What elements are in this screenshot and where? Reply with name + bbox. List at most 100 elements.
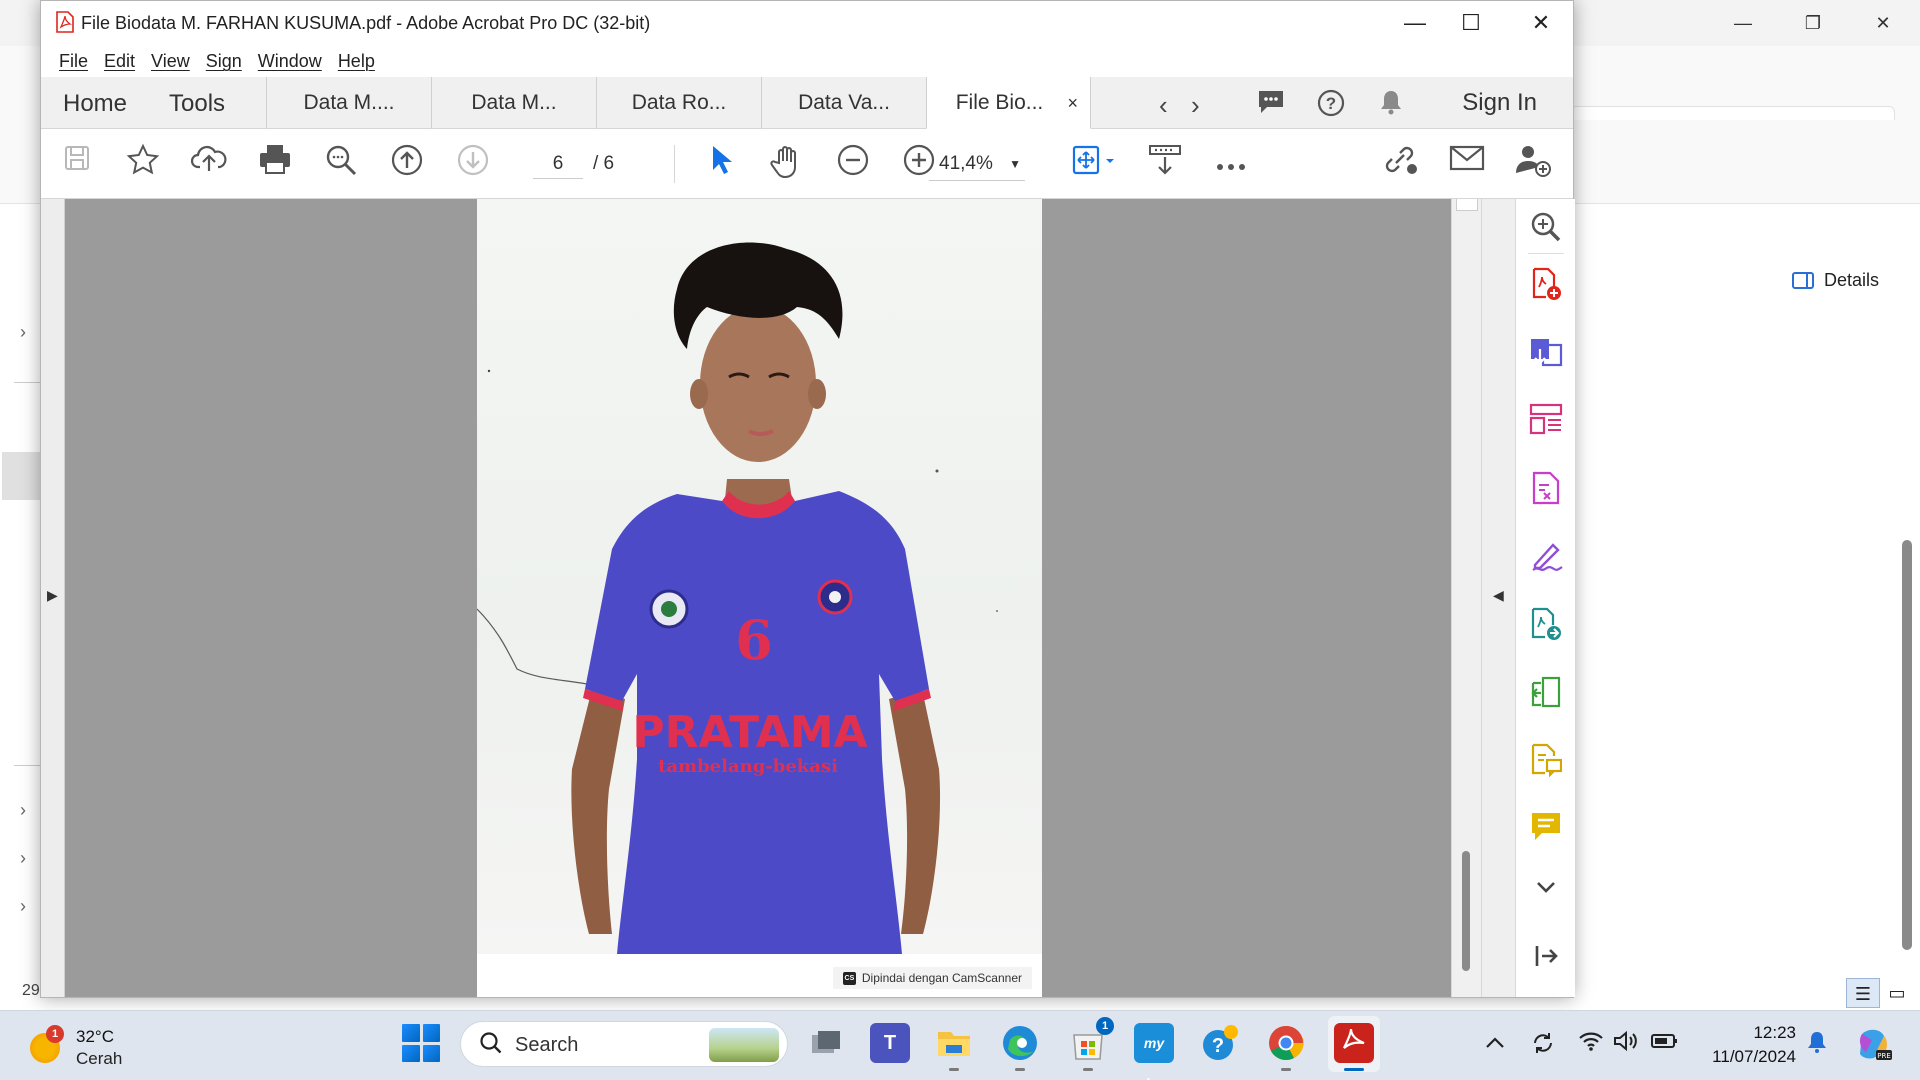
select-cursor-icon[interactable] [701, 143, 741, 183]
doc-tab-active[interactable]: File Bio... × [926, 77, 1091, 129]
running-indicator [1281, 1068, 1291, 1071]
doc-tab-label: Data M... [471, 91, 557, 114]
search-placeholder: Search [515, 1034, 579, 1056]
bell-icon[interactable] [1375, 88, 1407, 120]
edit-pdf-icon[interactable] [1529, 471, 1563, 505]
home-tab[interactable]: Home [63, 90, 127, 118]
zoom-out-icon[interactable] [833, 143, 873, 183]
cloud-upload-icon[interactable] [189, 143, 229, 183]
doc-tab[interactable]: Data Ro... [596, 77, 761, 129]
windows-logo-tile [422, 1024, 440, 1042]
zoom-search-icon[interactable] [321, 143, 361, 183]
create-pdf-icon[interactable] [1529, 267, 1563, 301]
menu-sign[interactable]: Sign [198, 45, 250, 77]
edge-icon[interactable] [1000, 1023, 1040, 1071]
previous-page-icon[interactable] [387, 143, 427, 183]
details-button[interactable]: Details [1792, 270, 1879, 291]
system-clock[interactable]: 12:23 11/07/2024 [1700, 1021, 1796, 1069]
doc-tab[interactable]: Data Va... [761, 77, 926, 129]
help-icon[interactable]: ? [1315, 88, 1347, 120]
enhance-scan-icon[interactable] [1529, 211, 1563, 245]
scroll-mode-icon[interactable] [1145, 143, 1185, 183]
left-panel-toggle[interactable]: ▶ [41, 199, 65, 997]
more-options-icon[interactable] [1211, 143, 1251, 183]
menu-help[interactable]: Help [330, 45, 383, 77]
nav-expand-chevron-icon[interactable]: › [20, 322, 26, 343]
acrobat-taskbar-icon[interactable] [1334, 1023, 1374, 1071]
nav-expand-chevron-icon[interactable]: › [20, 800, 26, 821]
explorer-close-button[interactable]: ✕ [1860, 8, 1906, 38]
add-user-icon[interactable] [1513, 143, 1553, 183]
taskbar-search[interactable]: Search [460, 1021, 788, 1067]
next-page-icon[interactable] [453, 143, 493, 183]
details-view-icon[interactable]: ☰ [1846, 978, 1880, 1008]
show-hidden-icons-chevron-icon[interactable] [1484, 1030, 1506, 1056]
explorer-restore-button[interactable]: ❐ [1790, 8, 1836, 38]
menu-view[interactable]: View [143, 45, 198, 77]
volume-icon[interactable] [1612, 1030, 1638, 1058]
menu-edit[interactable]: Edit [96, 45, 143, 77]
comment-tool-icon[interactable] [1529, 811, 1563, 845]
start-button[interactable] [402, 1024, 440, 1062]
weather-widget[interactable]: 1 32°C Cerah [30, 1021, 170, 1071]
file-explorer-icon[interactable] [934, 1023, 974, 1071]
notification-bell-icon[interactable] [1806, 1030, 1828, 1060]
organize-pages-icon[interactable] [1529, 403, 1563, 437]
nav-selected-item[interactable] [2, 452, 42, 500]
details-pane-icon [1792, 272, 1814, 289]
share-link-icon[interactable] [1381, 143, 1421, 183]
menu-file[interactable]: File [51, 45, 96, 77]
tiles-view-icon[interactable]: ▭ [1880, 978, 1914, 1008]
battery-icon[interactable] [1650, 1030, 1678, 1056]
get-help-icon[interactable]: ? [1200, 1023, 1240, 1063]
compare-files-icon[interactable] [1529, 675, 1563, 709]
nav-expand-chevron-icon[interactable]: › [20, 848, 26, 869]
sync-icon[interactable] [1530, 1030, 1556, 1062]
explorer-minimize-button[interactable]: — [1720, 8, 1766, 38]
fill-sign-icon[interactable] [1529, 539, 1563, 573]
right-panel-collapse[interactable]: ◀ [1481, 199, 1515, 997]
tab-close-icon[interactable]: × [1067, 77, 1078, 129]
copilot-icon[interactable]: PRE [1854, 1024, 1894, 1070]
tools-tab[interactable]: Tools [169, 90, 225, 118]
send-for-signature-icon[interactable] [1529, 607, 1563, 641]
scrollbar-thumb[interactable] [1462, 851, 1470, 971]
page-total: / 6 [593, 153, 615, 174]
nav-expand-chevron-icon[interactable]: › [20, 896, 26, 917]
teams-icon[interactable]: T [870, 1023, 910, 1063]
doc-tab[interactable]: Data M.... [266, 77, 431, 129]
email-icon[interactable] [1447, 143, 1487, 183]
export-pdf-icon[interactable] [1529, 335, 1563, 369]
doc-tab-label: File Bio... [955, 91, 1044, 114]
collapse-pane-icon[interactable] [1529, 943, 1563, 977]
weather-condition: Cerah [76, 1049, 123, 1068]
save-icon[interactable] [57, 143, 97, 183]
chrome-icon[interactable] [1266, 1023, 1306, 1071]
hand-tool-icon[interactable] [767, 143, 807, 183]
wifi-icon[interactable] [1578, 1030, 1604, 1058]
minimize-button[interactable]: — [1387, 8, 1443, 38]
page-number-input[interactable]: 6 [533, 149, 583, 179]
myhp-icon[interactable]: my hp [1134, 1023, 1174, 1080]
store-icon[interactable]: 1 [1068, 1017, 1114, 1071]
windows-logo-tile [402, 1024, 420, 1042]
more-tools-chevron-icon[interactable] [1529, 871, 1563, 905]
sign-in-button[interactable]: Sign In [1462, 89, 1537, 117]
explorer-scrollbar[interactable] [1902, 540, 1912, 950]
print-icon[interactable] [255, 143, 295, 183]
document-scrollbar[interactable] [1451, 199, 1481, 997]
zoom-level-select[interactable]: 41,4% ▼ [929, 147, 1025, 181]
fit-page-icon[interactable] [1067, 143, 1123, 183]
document-viewport[interactable]: ▶ 6 PRATAMA tambelang-bekasi CS Dipindai… [41, 199, 1451, 997]
menu-window[interactable]: Window [250, 45, 330, 77]
tab-next-chevron-icon[interactable]: › [1191, 90, 1200, 121]
maximize-button[interactable]: ☐ [1443, 8, 1499, 38]
tab-prev-chevron-icon[interactable]: ‹ [1159, 90, 1168, 121]
close-button[interactable]: ✕ [1513, 8, 1569, 38]
comment-icon[interactable] [1255, 88, 1287, 120]
doc-tab[interactable]: Data M... [431, 77, 596, 129]
bookmark-star-icon[interactable] [123, 143, 163, 183]
scrollbar-split-handle[interactable] [1456, 199, 1478, 211]
request-signatures-icon[interactable] [1529, 743, 1563, 778]
task-view-icon[interactable] [806, 1023, 846, 1063]
